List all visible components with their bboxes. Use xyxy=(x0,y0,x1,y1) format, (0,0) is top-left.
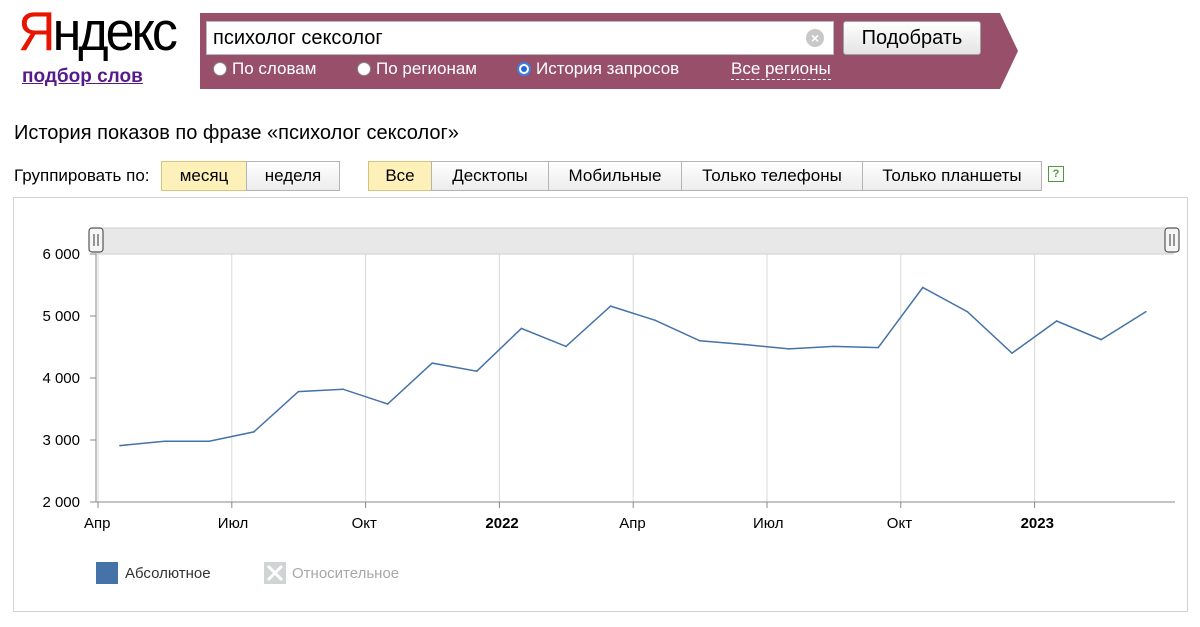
data-point xyxy=(877,346,879,349)
data-point xyxy=(342,388,344,390)
y-tick-label: 6 000 xyxy=(42,246,80,263)
data-point xyxy=(743,343,746,346)
x-tick-label: Июл xyxy=(753,515,783,532)
data-point xyxy=(832,345,835,348)
y-tick-label: 5 000 xyxy=(42,308,80,325)
data-point xyxy=(788,348,790,350)
data-point xyxy=(163,440,166,443)
legend-absolute[interactable]: Абсолютное xyxy=(125,565,211,582)
data-point xyxy=(966,310,969,313)
data-point xyxy=(431,362,434,364)
data-point xyxy=(922,286,924,289)
x-tick-label: Апр xyxy=(619,515,645,532)
x-tick-label: Окт xyxy=(352,515,377,532)
data-point xyxy=(297,390,300,393)
data-point xyxy=(565,345,567,348)
legend-swatch-absolute[interactable] xyxy=(96,562,118,584)
x-tick-label: Апр xyxy=(84,515,110,532)
data-point xyxy=(1100,338,1102,341)
legend-disabled-icon[interactable] xyxy=(264,562,286,584)
data-point xyxy=(386,403,389,405)
x-tick-label: 2023 xyxy=(1021,515,1054,532)
y-tick-label: 2 000 xyxy=(42,494,80,511)
line-chart: 2 000 3 000 4 000 5 000 6 000 Апр Июл Окт 2022 Ап… xyxy=(42,227,1180,532)
data-point xyxy=(119,444,121,447)
y-tick-label: 4 000 xyxy=(42,370,80,387)
navigator-right-handle[interactable] xyxy=(1164,227,1180,253)
data-point xyxy=(1011,352,1013,355)
y-tick-label: 3 000 xyxy=(42,432,80,449)
data-point xyxy=(253,431,255,433)
navigator-left-handle[interactable] xyxy=(88,227,104,253)
navigator-band xyxy=(95,227,1174,255)
data-point xyxy=(520,327,523,330)
data-point xyxy=(476,370,478,372)
x-tick-label: Окт xyxy=(887,515,912,532)
data-point xyxy=(609,305,612,307)
x-tick-label: 2022 xyxy=(485,515,518,532)
data-point xyxy=(699,340,701,342)
legend-relative[interactable]: Относительное xyxy=(292,565,399,582)
data-point xyxy=(1055,320,1058,322)
data-point xyxy=(1145,310,1147,313)
data-point xyxy=(208,440,210,443)
x-tick-label: Июл xyxy=(218,515,248,532)
data-point xyxy=(654,319,656,322)
